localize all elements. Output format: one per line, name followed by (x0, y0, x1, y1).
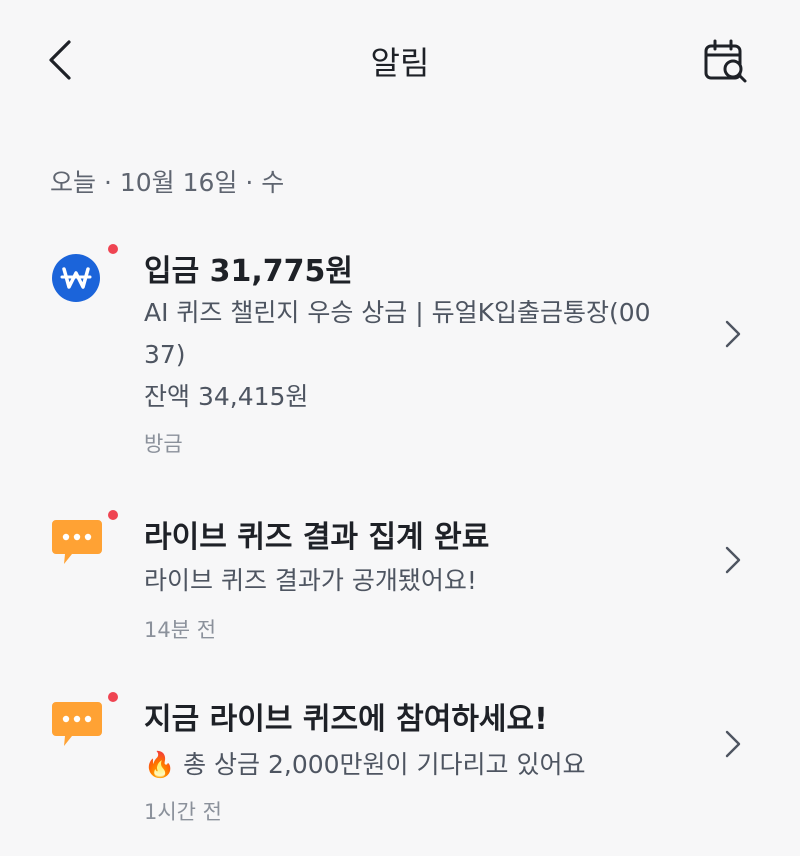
notification-title: 입금 31,775원 (144, 254, 354, 289)
notification-time: 14분 전 (144, 618, 217, 642)
chevron-right-icon (718, 724, 748, 764)
calendar-search-button[interactable] (700, 36, 750, 86)
notification-item-deposit[interactable]: 입금 31,775원 AI 퀴즈 챌린지 우승 상금 | 듀얼K입출금통장(00… (0, 230, 800, 470)
chat-bubble-icon (50, 696, 106, 752)
notification-body: AI 퀴즈 챌린지 우승 상금 | 듀얼K입출금통장(00 37) 잔액 34,… (144, 292, 704, 418)
notification-body-line: 37) (144, 340, 186, 369)
notification-body: 🔥 총 상금 2,000만원이 기다리고 있어요 (144, 744, 704, 786)
notification-time: 방금 (144, 432, 183, 456)
notification-balance: 잔액 34,415원 (144, 382, 309, 411)
page-title: 알림 (370, 44, 430, 82)
calendar-search-icon (704, 39, 747, 83)
chevron-right-icon (718, 314, 748, 354)
notification-item-quiz-result[interactable]: 라이브 퀴즈 결과 집계 완료 라이브 퀴즈 결과가 공개됐어요! 14분 전 (0, 500, 800, 650)
notification-body-line: AI 퀴즈 챌린지 우승 상금 | 듀얼K입출금통장(00 (144, 298, 651, 327)
won-coin-icon (50, 250, 106, 306)
date-section-header: 오늘 · 10월 16일 · 수 (50, 168, 285, 197)
notification-body-line: 라이브 퀴즈 결과가 공개됐어요! (144, 566, 477, 595)
notification-title: 지금 라이브 퀴즈에 참여하세요! (144, 702, 548, 737)
notification-title: 라이브 퀴즈 결과 집계 완료 (144, 520, 490, 555)
notification-time: 1시간 전 (144, 800, 222, 824)
top-bar: 알림 (0, 0, 800, 120)
notification-body: 라이브 퀴즈 결과가 공개됐어요! (144, 560, 704, 602)
notification-body-line: 총 상금 2,000만원이 기다리고 있어요 (183, 750, 586, 779)
fire-emoji-icon: 🔥 (144, 750, 176, 779)
chat-bubble-icon (50, 514, 106, 570)
unread-dot (108, 510, 118, 520)
unread-dot (108, 692, 118, 702)
unread-dot (108, 244, 118, 254)
chevron-right-icon (718, 540, 748, 580)
notification-item-quiz-live[interactable]: 지금 라이브 퀴즈에 참여하세요! 🔥 총 상금 2,000만원이 기다리고 있… (0, 682, 800, 832)
